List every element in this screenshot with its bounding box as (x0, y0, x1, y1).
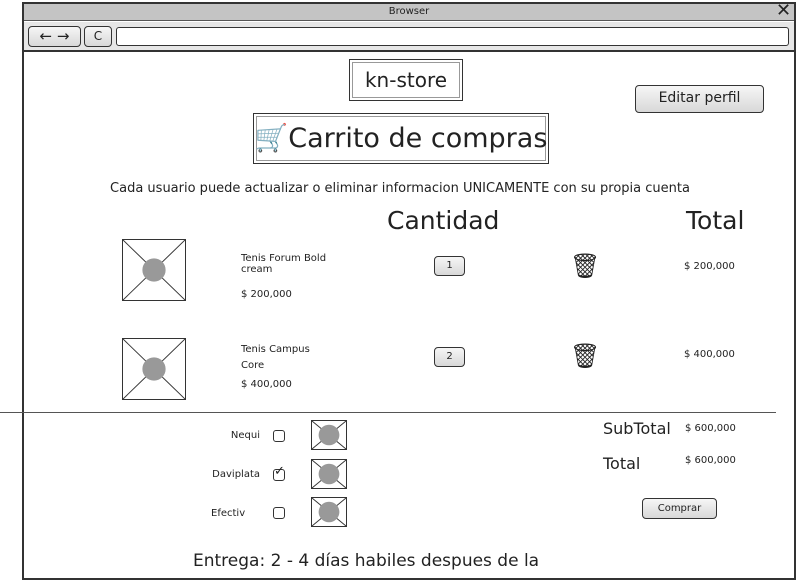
edit-profile-button[interactable]: Editar perfil (635, 85, 764, 113)
total-value: $ 600,000 (685, 455, 736, 466)
daviplata-image (311, 459, 347, 489)
url-input[interactable] (116, 27, 789, 46)
nequi-image (311, 420, 347, 450)
delivery-text: Entrega: 2 - 4 días habiles despues de l… (193, 551, 540, 571)
payment-label: Daviplata (212, 469, 260, 480)
divider (0, 412, 776, 413)
back-icon[interactable]: ← (40, 27, 53, 45)
cart-title: Carrito de compras (288, 123, 548, 154)
efectivo-checkbox[interactable] (273, 507, 285, 519)
efectivo-image (311, 497, 347, 527)
quantity-button[interactable]: 2 (434, 347, 465, 367)
subtotal-value: $ 600,000 (685, 423, 736, 434)
trash-icon[interactable]: 🗑 (570, 252, 600, 280)
browser-title: Browser (24, 4, 794, 21)
nav-buttons[interactable]: ← → (28, 26, 81, 47)
product-price: $ 200,000 (241, 289, 292, 300)
quantity-button[interactable]: 1 (434, 256, 465, 276)
cart-title-box: 🛒Carrito de compras (253, 113, 549, 164)
forward-icon[interactable]: → (57, 27, 70, 45)
payment-label: Efectiv (211, 508, 246, 519)
subtotal-label: SubTotal (603, 419, 671, 438)
trash-icon[interactable]: 🗑 (570, 342, 600, 370)
product-name: Tenis Campus Core (241, 344, 310, 371)
store-logo: kn-store (349, 59, 463, 101)
refresh-icon: C (93, 29, 103, 43)
product-image (122, 239, 186, 301)
notice-text: Cada usuario puede actualizar o eliminar… (110, 181, 690, 196)
daviplata-checkbox[interactable]: ✓ (273, 464, 285, 481)
buy-button[interactable]: Comprar (642, 498, 717, 519)
close-icon[interactable]: ✕ (776, 1, 791, 21)
item-total: $ 400,000 (684, 349, 735, 360)
cart-icon: 🛒 (254, 123, 289, 154)
refresh-button[interactable]: C (84, 26, 112, 47)
check-icon: ✓ (274, 464, 285, 479)
quantity-header: Cantidad (387, 206, 500, 235)
total-header: Total (686, 206, 745, 235)
product-image (122, 338, 186, 400)
nequi-checkbox[interactable] (273, 430, 285, 442)
payment-label: Nequi (230, 430, 260, 441)
total-label: Total (603, 454, 641, 473)
item-total: $ 200,000 (684, 261, 735, 272)
product-name: Tenis Forum Bold cream (241, 253, 327, 275)
product-price: $ 400,000 (241, 379, 292, 390)
